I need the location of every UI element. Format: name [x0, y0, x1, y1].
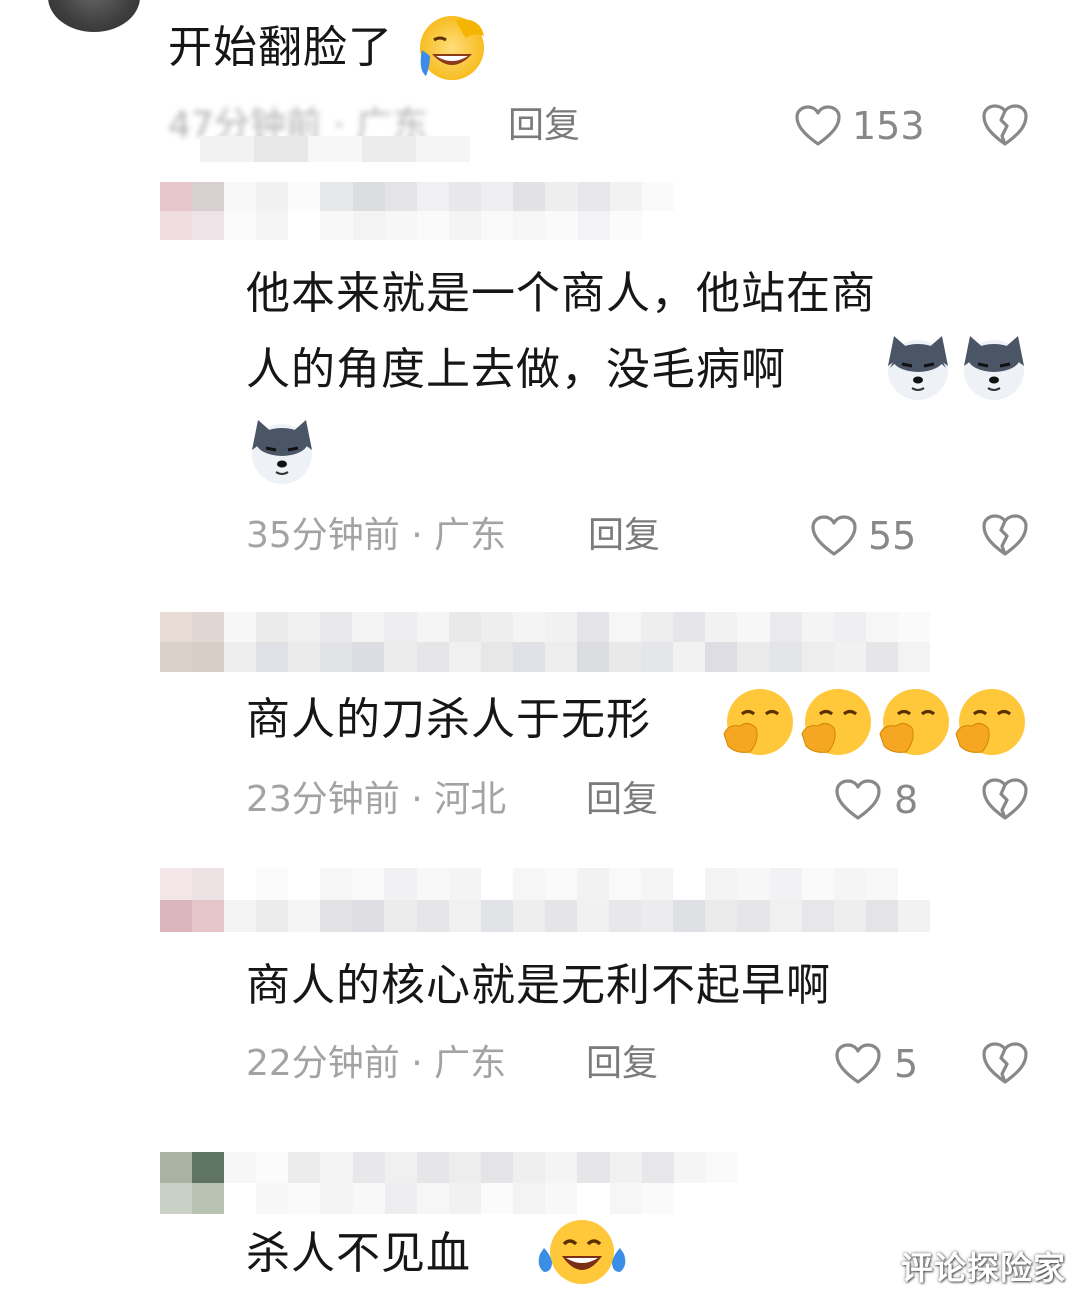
cover-mouth-smile-emoji: [879, 689, 949, 755]
heart-icon[interactable]: [794, 104, 842, 148]
dislike-icon[interactable]: [980, 776, 1030, 822]
like-count: 5: [894, 1042, 919, 1086]
avatar[interactable]: [160, 612, 224, 672]
timestamp-location: 35分钟前 · 广东: [246, 515, 507, 556]
heart-icon[interactable]: [834, 778, 882, 822]
cover-mouth-smile-emoji: [801, 689, 871, 755]
username-mosaic: [224, 1152, 738, 1214]
avatar[interactable]: [160, 1152, 224, 1214]
comment-text: 商人的刀杀人于无形: [246, 694, 651, 745]
watermark: 评论探险家: [900, 1249, 1066, 1287]
husky-smirk-emoji: [888, 336, 948, 400]
dislike-icon[interactable]: [980, 1040, 1030, 1086]
like-count: 8: [894, 778, 919, 822]
username-mosaic: [224, 612, 930, 672]
comment-item: 开始翻脸了 47分钟前 · 广东 回复 153: [0, 0, 1080, 162]
husky-smirk-emoji: [964, 336, 1024, 400]
comment-text: 杀人不见血: [246, 1228, 471, 1279]
username-mosaic: [224, 868, 930, 932]
heart-icon[interactable]: [834, 1042, 882, 1086]
timestamp-location: 23分钟前 · 河北: [246, 779, 507, 820]
comment-item: 他本来就是一个商人，他站在商 人的角度上去做，没毛病啊 35分钟前 · 广东 回…: [0, 170, 1080, 570]
heart-icon[interactable]: [810, 514, 858, 558]
comment-text: 商人的核心就是无利不起早啊: [246, 960, 831, 1011]
comment-text-line: 人的角度上去做，没毛病啊: [246, 344, 786, 395]
comment-text-line: 他本来就是一个商人，他站在商: [246, 268, 876, 319]
timestamp-location: 22分钟前 · 广东: [246, 1043, 507, 1084]
husky-smirk-emoji: [252, 420, 312, 484]
comment-text: 开始翻脸了: [168, 22, 393, 73]
reply-button[interactable]: 回复: [588, 514, 660, 558]
comment-body: 开始翻脸了: [168, 12, 492, 84]
comment-body: 商人的刀杀人于无形: [246, 684, 651, 756]
blur-mosaic: [200, 136, 470, 162]
cover-mouth-smile-emoji: [955, 689, 1025, 755]
cover-mouth-smile-emoji: [723, 689, 793, 755]
dislike-icon[interactable]: [980, 102, 1030, 148]
reply-button[interactable]: 回复: [586, 778, 658, 822]
like-count: 55: [868, 514, 917, 558]
comment-item: 商人的刀杀人于无形 23分钟前 · 河北 回复 8: [0, 600, 1080, 840]
avatar[interactable]: [160, 868, 224, 932]
reply-button[interactable]: 回复: [586, 1042, 658, 1086]
avatar[interactable]: [160, 182, 224, 240]
facepalm-laugh-emoji: [420, 16, 484, 80]
comment-body-line2: 人的角度上去做，没毛病啊: [246, 334, 786, 406]
reply-button[interactable]: 回复: [508, 104, 580, 148]
comment-item: 商人的核心就是无利不起早啊 22分钟前 · 广东 回复 5: [0, 860, 1080, 1110]
dislike-icon[interactable]: [980, 512, 1030, 558]
tears-of-joy-emoji: [538, 1220, 626, 1284]
username-mosaic: [224, 182, 674, 240]
like-count: 153: [852, 104, 925, 148]
